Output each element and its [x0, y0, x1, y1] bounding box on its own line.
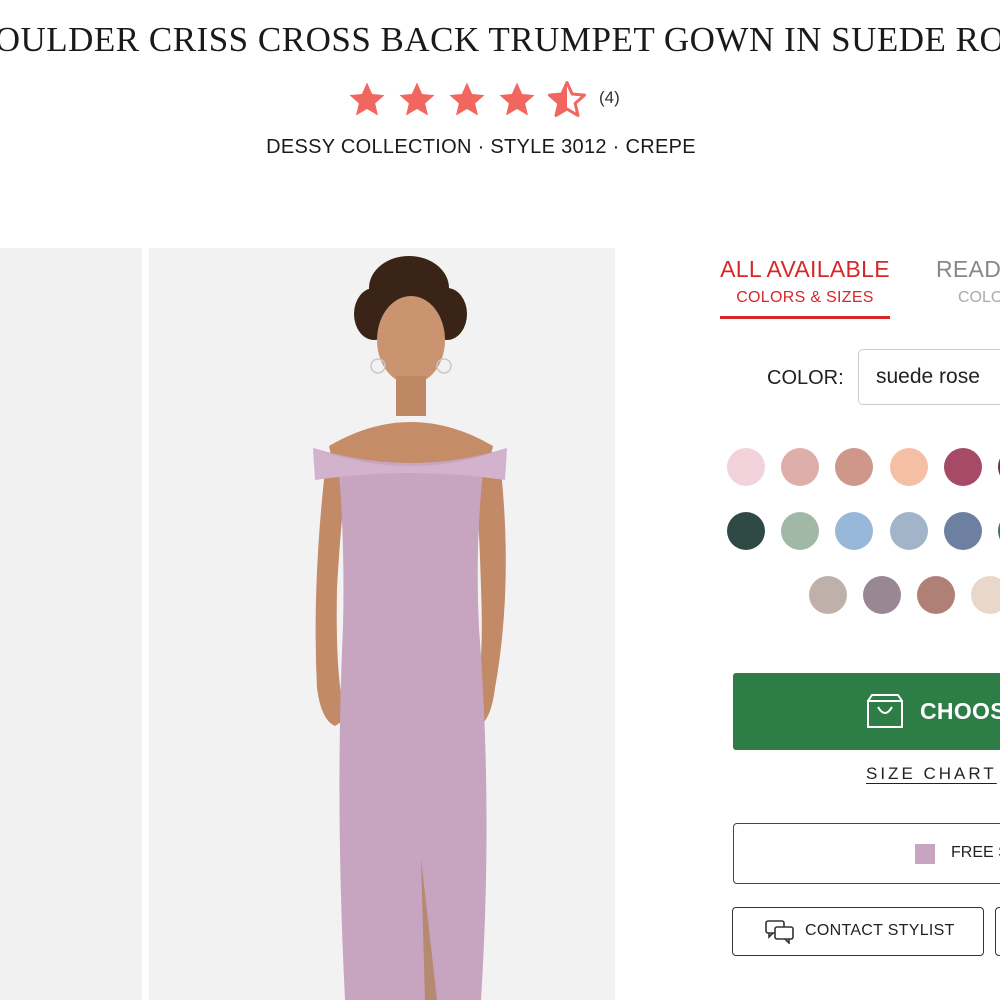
- active-tab-indicator: [720, 316, 890, 319]
- color-swatch[interactable]: [890, 448, 928, 486]
- product-rating[interactable]: (4): [347, 78, 620, 122]
- shopping-bag-icon: [867, 694, 903, 728]
- tab-ready-to-ship[interactable]: READ COLO: [936, 256, 1000, 307]
- star-full-icon: [399, 82, 435, 116]
- size-chart-link[interactable]: SIZE CHART: [866, 764, 997, 784]
- color-swatch[interactable]: [781, 448, 819, 486]
- star-full-icon: [449, 82, 485, 116]
- color-swatch[interactable]: [944, 512, 982, 550]
- choose-size-button[interactable]: CHOOSE: [733, 673, 1000, 750]
- color-swatch[interactable]: [863, 576, 901, 614]
- selected-color-swatch: [915, 844, 935, 864]
- color-swatch[interactable]: [727, 448, 765, 486]
- contact-stylist-label: CONTACT STYLIST: [805, 922, 955, 939]
- color-label: COLOR:: [767, 367, 844, 389]
- star-full-icon: [349, 82, 385, 116]
- color-swatch[interactable]: [917, 576, 955, 614]
- color-swatch[interactable]: [727, 512, 765, 550]
- star-half-icon: [548, 81, 586, 117]
- color-swatch[interactable]: [944, 448, 982, 486]
- star-full-icon: [499, 82, 535, 116]
- color-swatch[interactable]: [971, 576, 1000, 614]
- choose-size-label: CHOOSE: [920, 698, 1000, 724]
- color-swatch[interactable]: [835, 448, 873, 486]
- tab-all-available-title: ALL AVAILABLE: [720, 256, 890, 282]
- contact-stylist-button[interactable]: CONTACT STYLIST: [732, 907, 984, 956]
- color-swatch[interactable]: [781, 512, 819, 550]
- tab-all-available[interactable]: ALL AVAILABLE COLORS & SIZES: [720, 256, 890, 319]
- color-swatch[interactable]: [890, 512, 928, 550]
- product-main-image[interactable]: [149, 248, 615, 1000]
- color-swatch[interactable]: [835, 512, 873, 550]
- secondary-action-button[interactable]: [995, 907, 1000, 956]
- color-swatch[interactable]: [809, 576, 847, 614]
- chat-bubbles-icon: [765, 920, 794, 944]
- tab-ready-subtitle: COLO: [958, 289, 1000, 306]
- product-meta: DESSY COLLECTION · STYLE 3012 · CREPE: [266, 136, 696, 158]
- review-count[interactable]: (4): [599, 88, 620, 108]
- free-swatch-button[interactable]: FREE S: [733, 823, 1000, 884]
- color-select[interactable]: suede rose: [858, 349, 1000, 405]
- product-title: OULDER CRISS CROSS BACK TRUMPET GOWN IN …: [0, 20, 1000, 59]
- free-swatch-label: FREE S: [951, 844, 1000, 861]
- tab-ready-title: READ: [936, 256, 1000, 282]
- tab-all-available-subtitle: COLORS & SIZES: [736, 289, 874, 306]
- product-thumbnail-image[interactable]: [0, 248, 142, 1000]
